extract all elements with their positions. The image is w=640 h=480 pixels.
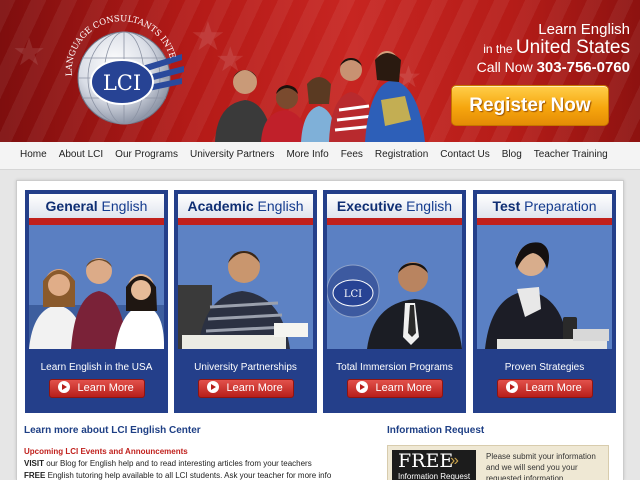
executive-english-photo: LCI — [326, 225, 462, 349]
card-red-bar — [178, 218, 313, 225]
card-title-rest: English — [97, 198, 148, 214]
tagline-line1: Learn English — [538, 21, 630, 38]
program-card-test-preparation: Test Preparation Proven Strategies Learn… — [473, 190, 616, 413]
academic-english-photo — [178, 225, 313, 349]
nav-item-more-info[interactable]: More Info — [280, 142, 334, 169]
lci-logo[interactable]: LCI LANGUAGE CONSULTANTS INTERNATIONAL — [58, 6, 184, 134]
nav-item-home[interactable]: Home — [14, 142, 53, 169]
learn-more-button[interactable]: Learn More — [197, 379, 294, 398]
announcement-visit-bold: VISIT — [24, 459, 45, 468]
nav-item-our-programs[interactable]: Our Programs — [109, 142, 184, 169]
learn-more-label: Learn More — [525, 382, 582, 394]
play-icon — [206, 381, 219, 394]
card-subtitle: Proven Strategies — [504, 362, 585, 373]
announcement-visit-text: our Blog for English help and to read in… — [44, 459, 312, 468]
main-content: General English Learn English in the USA… — [16, 180, 624, 480]
nav-item-about-lci[interactable]: About LCI — [53, 142, 109, 169]
card-red-bar — [29, 218, 164, 225]
announcement-free-bold: FREE — [24, 471, 46, 480]
main-nav: Home About LCI Our Programs University P… — [0, 142, 640, 170]
learn-more-heading: Learn more about LCI English Center — [24, 425, 201, 436]
free-info-badge[interactable]: FREE » Information Request — [392, 450, 476, 480]
free-badge-subtitle: Information Request — [398, 472, 471, 480]
events-heading: Upcoming LCI Events and Announcements — [24, 447, 188, 456]
learn-more-button[interactable]: Learn More — [346, 379, 443, 398]
play-icon — [355, 381, 368, 394]
learn-more-label: Learn More — [375, 382, 432, 394]
executive-photo-logo: LCI — [344, 289, 362, 300]
nav-item-registration[interactable]: Registration — [369, 142, 434, 169]
tagline-phone-prefix: Call Now — [476, 58, 533, 75]
learn-more-button[interactable]: Learn More — [48, 379, 145, 398]
program-card-academic-english: Academic English University Partnerships… — [174, 190, 317, 413]
announcement-free-text: English tutoring help available to all L… — [45, 471, 332, 480]
announcement-free: FREE English tutoring help available to … — [24, 471, 331, 480]
info-request-box: FREE » Information Request Please submit… — [387, 445, 609, 480]
card-red-bar — [327, 218, 462, 225]
card-red-bar — [477, 218, 612, 225]
play-icon — [505, 381, 518, 394]
card-title: Test Preparation — [477, 194, 612, 218]
card-subtitle: University Partnerships — [194, 362, 297, 373]
info-request-text: Please submit your information and we wi… — [486, 452, 596, 480]
nav-item-contact-us[interactable]: Contact Us — [434, 142, 495, 169]
star-decoration-icon: ★ — [12, 30, 47, 74]
students-group-photo — [215, 51, 425, 142]
test-preparation-photo — [477, 225, 612, 349]
nav-item-university-partners[interactable]: University Partners — [184, 142, 280, 169]
learn-more-label: Learn More — [226, 382, 283, 394]
play-icon — [57, 381, 70, 394]
info-request-heading: Information Request — [387, 425, 485, 436]
card-title-rest: Preparation — [520, 198, 597, 214]
learn-more-label: Learn More — [77, 382, 134, 394]
tagline-line2-prefix: in the — [483, 41, 513, 56]
nav-item-fees[interactable]: Fees — [335, 142, 369, 169]
phone-number[interactable]: 303-756-0760 — [537, 59, 630, 76]
card-subtitle: Learn English in the USA — [40, 362, 153, 373]
general-english-photo — [29, 225, 165, 349]
tagline-line2: in the United States — [430, 36, 630, 58]
announcement-visit: VISIT our Blog for English help and to r… — [24, 459, 312, 468]
tagline-line2-emph: United States — [515, 36, 630, 58]
card-title-rest: English — [253, 198, 304, 214]
program-card-executive-english: Executive English LCI Total Immersion Pr… — [323, 190, 466, 413]
chevron-right-icon: » — [450, 452, 459, 469]
logo-initials: LCI — [103, 71, 141, 95]
card-subtitle: Total Immersion Programs — [336, 362, 453, 373]
tagline: Learn English in the United States Call … — [430, 22, 630, 75]
card-title-bold: Executive — [336, 198, 403, 214]
tagline-phone-line: Call Now 303-756-0760 — [430, 58, 630, 76]
site-header: ★ ★ ★ ★ LCI LANGUAGE CONSULTANTS INTERNA… — [0, 0, 640, 142]
card-title: Executive English — [327, 194, 462, 218]
nav-item-blog[interactable]: Blog — [496, 142, 528, 169]
card-title-bold: General — [45, 198, 98, 214]
card-title: Academic English — [178, 194, 313, 218]
card-title-bold: Academic — [187, 198, 254, 214]
program-card-general-english: General English Learn English in the USA… — [25, 190, 168, 413]
card-title-bold: Test — [492, 198, 521, 214]
card-title-rest: English — [402, 198, 453, 214]
learn-more-button[interactable]: Learn More — [496, 379, 593, 398]
register-now-button[interactable]: Register Now — [451, 85, 609, 126]
nav-item-teacher-training[interactable]: Teacher Training — [528, 142, 614, 169]
card-title: General English — [29, 194, 164, 218]
